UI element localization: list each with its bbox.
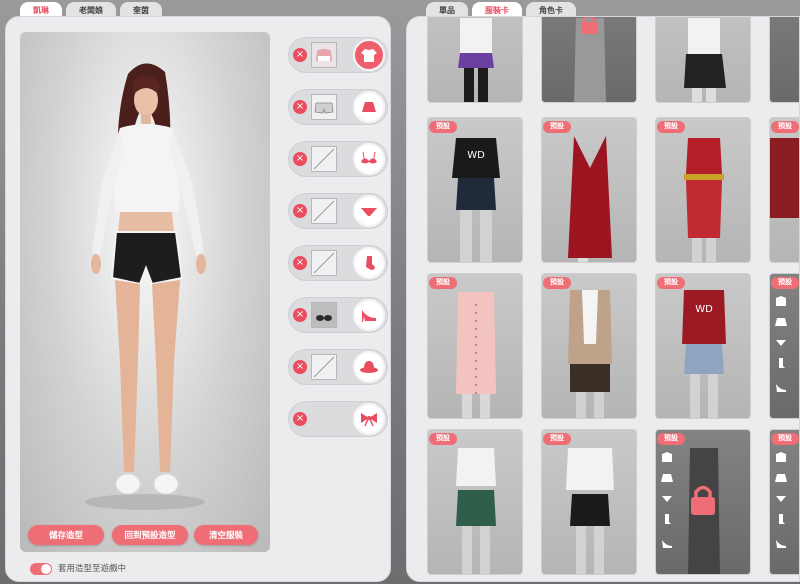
slot-socks: × — [288, 245, 388, 281]
item-type-icons — [774, 450, 788, 564]
sock-icon[interactable] — [353, 247, 385, 279]
svg-text:WD: WD — [467, 150, 485, 161]
outfit-card-locked[interactable] — [541, 17, 637, 103]
reset-outfit-button[interactable]: 回到預設造型 — [112, 525, 188, 545]
bottom-thumbnail — [311, 94, 337, 120]
outfit-card[interactable]: 預設 — [769, 273, 799, 419]
bow-icon[interactable] — [353, 403, 385, 435]
character-panel: 儲存造型 回到預設造型 清空服裝 套用造型至遊戲中 × × × × × × × … — [5, 16, 391, 582]
lock-icon — [578, 17, 600, 39]
outfit-figure: WD — [682, 290, 726, 418]
outfit-card[interactable]: 預設 — [541, 273, 637, 419]
outfit-card-grid: WD 預設 預設 預設 預設 預設 預設 WD 預設 預設 預設 預設 預設 預… — [406, 16, 800, 582]
default-badge: 預設 — [657, 277, 685, 289]
item-type-icons — [774, 294, 788, 408]
panties-icon[interactable] — [353, 195, 385, 227]
default-badge: 預設 — [543, 121, 571, 133]
outfit-figure — [456, 292, 496, 418]
outfit-card-locked[interactable]: 預設 — [655, 429, 751, 575]
outfit-figure — [456, 448, 496, 574]
svg-text:WD: WD — [695, 304, 713, 315]
default-badge: 預設 — [543, 433, 571, 445]
outfit-figure — [684, 18, 726, 102]
outfit-card[interactable]: 預設 — [541, 117, 637, 263]
socks-thumbnail-empty — [311, 250, 337, 276]
outfit-card[interactable] — [769, 17, 799, 103]
remove-socks-button[interactable]: × — [293, 256, 307, 270]
outfit-figure — [458, 18, 494, 102]
outfit-figure — [684, 138, 724, 262]
remove-top-button[interactable]: × — [293, 48, 307, 62]
default-badge: 預設 — [429, 121, 457, 133]
shoes-thumbnail — [311, 302, 337, 328]
remove-accessory-button[interactable]: × — [293, 412, 307, 426]
default-badge: 預設 — [771, 433, 799, 445]
default-badge: 預設 — [771, 121, 799, 133]
heel-icon[interactable] — [353, 299, 385, 331]
outfit-card[interactable]: WD 預設 — [427, 117, 523, 263]
default-badge: 預設 — [543, 277, 571, 289]
default-badge: 預設 — [429, 277, 457, 289]
outfit-figure — [770, 138, 799, 218]
hat-thumbnail-empty — [311, 354, 337, 380]
default-badge: 預設 — [771, 277, 799, 289]
outfit-card[interactable] — [427, 17, 523, 103]
slot-shoes: × — [288, 297, 388, 333]
outfit-figure: WD — [452, 138, 500, 262]
clear-outfit-button[interactable]: 清空服裝 — [194, 525, 258, 545]
character-preview[interactable] — [20, 32, 270, 552]
default-badge: 預設 — [429, 433, 457, 445]
outfit-card[interactable]: 預設 — [541, 429, 637, 575]
remove-bra-button[interactable]: × — [293, 152, 307, 166]
outfit-card[interactable]: 預設 — [427, 429, 523, 575]
slot-top: × — [288, 37, 388, 73]
remove-panties-button[interactable]: × — [293, 204, 307, 218]
slot-bra: × — [288, 141, 388, 177]
hat-icon[interactable] — [353, 351, 385, 383]
slot-hat: × — [288, 349, 388, 385]
save-outfit-button[interactable]: 儲存造型 — [28, 525, 104, 545]
remove-shoes-button[interactable]: × — [293, 308, 307, 322]
default-badge: 預設 — [657, 121, 685, 133]
outfit-card[interactable]: 預設 — [769, 429, 799, 575]
remove-hat-button[interactable]: × — [293, 360, 307, 374]
outfit-figure — [568, 290, 612, 418]
slot-bottom: × — [288, 89, 388, 125]
character-figure — [85, 63, 206, 510]
outfit-figure — [566, 448, 614, 574]
outfit-card[interactable] — [655, 17, 751, 103]
slot-accessory: × — [288, 401, 388, 437]
outfit-card[interactable]: 預設 — [655, 117, 751, 263]
bra-icon[interactable] — [353, 143, 385, 175]
lock-icon — [688, 484, 718, 520]
outfit-figure — [568, 136, 612, 262]
top-thumbnail — [311, 42, 337, 68]
remove-bottom-button[interactable]: × — [293, 100, 307, 114]
outfit-card[interactable]: 預設 — [769, 117, 799, 263]
slot-panties: × — [288, 193, 388, 229]
panties-thumbnail-empty — [311, 198, 337, 224]
outfit-card[interactable]: 預設 — [427, 273, 523, 419]
apply-in-game-label: 套用造型至遊戲中 — [58, 563, 127, 573]
skirt-icon[interactable] — [353, 91, 385, 123]
default-badge: 預設 — [657, 433, 685, 445]
top-icon[interactable] — [353, 39, 385, 71]
bra-thumbnail-empty — [311, 146, 337, 172]
apply-in-game-toggle[interactable] — [30, 563, 52, 575]
outfit-card[interactable]: WD 預設 — [655, 273, 751, 419]
